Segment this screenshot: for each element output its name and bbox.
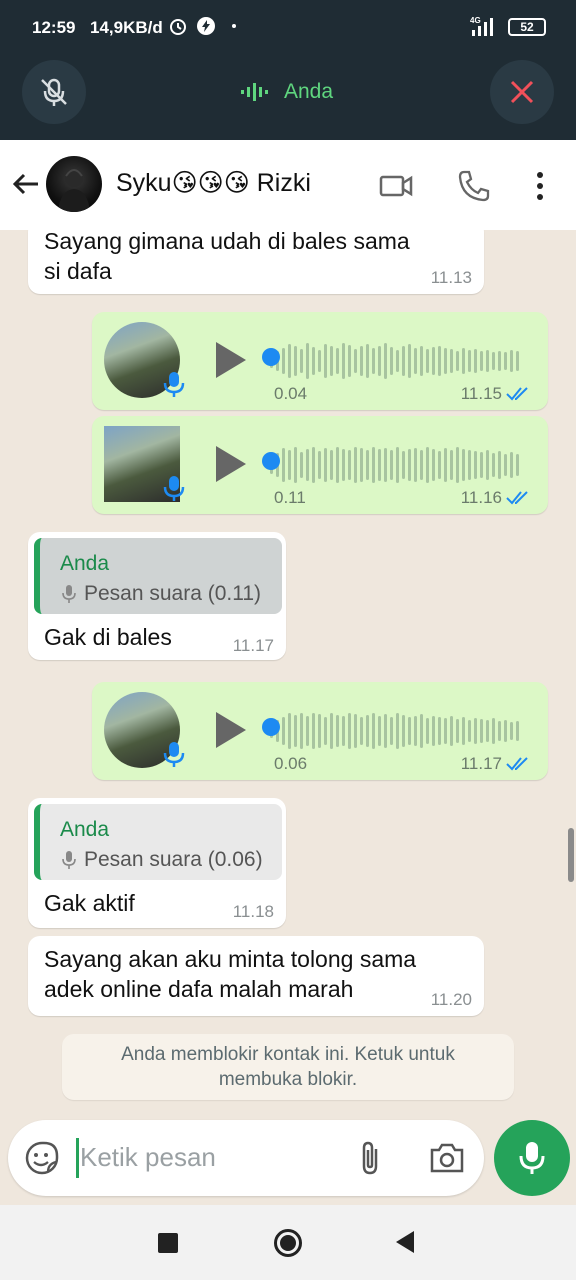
double-check-icon [506,387,528,401]
message-input[interactable]: Ketik pesan [80,1142,216,1173]
avatar[interactable] [46,156,102,212]
mute-call-button[interactable] [22,60,86,124]
message-time: 11.16 [460,488,502,507]
call-title[interactable]: Anda [240,80,333,104]
message-bubble-incoming[interactable]: Sayang akan aku minta tolong sama adek o… [28,936,484,1016]
signal-icon: 4G [470,16,493,36]
reply-message-incoming[interactable]: Anda Pesan suara (0.06) Gak aktif 11.18 [28,798,286,928]
video-call-icon[interactable] [378,168,414,204]
mic-icon [62,585,76,603]
notice-line: Anda memblokir kontak ini. Ketuk untuk [121,1044,455,1065]
voice-duration: 0.04 [274,384,308,403]
mic-off-icon [41,78,67,106]
message-time: 11.13 [430,268,472,287]
message-text: adek online dafa malah marah [44,976,354,1002]
playback-position-handle[interactable] [262,452,280,470]
message-text: Sayang akan aku minta tolong sama [44,946,417,972]
chat-area[interactable]: Sayang gimana udah di bales sama si dafa… [0,230,576,1205]
recent-apps-button[interactable] [158,1233,178,1253]
message-time: 11.18 [232,902,274,921]
voice-waveform[interactable] [270,342,524,380]
double-check-icon [506,491,528,505]
status-bar: 12:59 14,9KB/d 4G 52 [0,0,576,56]
camera-icon[interactable] [428,1140,466,1176]
playback-position-handle[interactable] [262,718,280,736]
mic-icon [163,372,185,397]
playback-position-handle[interactable] [262,348,280,366]
more-vert-icon[interactable] [522,168,558,204]
blocked-contact-notice[interactable]: Anda memblokir kontak ini. Ketuk untuk m… [62,1034,514,1100]
message-text: Gak aktif [44,890,135,916]
alarm-icon [170,19,186,35]
audio-wave-icon [241,83,268,101]
phone-icon[interactable] [456,168,492,204]
mic-icon [519,1142,545,1174]
contact-name[interactable]: Syku😘😘😘 Rizki [116,168,311,198]
back-button[interactable] [396,1231,414,1253]
message-time: 11.15 [460,384,502,403]
voice-duration: 0.06 [274,754,308,773]
close-icon [510,80,534,104]
quoted-text: Pesan suara (0.11) [84,582,262,605]
message-text: Gak di bales [44,624,172,650]
message-text: si dafa [44,258,112,284]
mic-icon [163,742,185,767]
voice-waveform[interactable] [270,446,524,484]
voice-message[interactable]: 0.04 11.15 [92,312,548,410]
text-cursor [76,1138,79,1178]
voice-duration: 0.11 [274,488,306,507]
system-navigation-bar [0,1205,576,1280]
notification-dot [232,24,236,28]
home-button[interactable] [274,1229,302,1257]
quoted-sender: Anda [60,818,110,841]
notice-line: membuka blokir. [218,1069,358,1090]
quoted-message[interactable]: Anda Pesan suara (0.11) [34,538,282,614]
sticker-icon[interactable] [24,1140,60,1176]
mic-icon [163,476,185,501]
play-icon[interactable] [214,710,248,750]
call-title-text: Anda [284,80,334,103]
message-bubble-incoming[interactable]: Sayang gimana udah di bales sama si dafa… [28,230,484,294]
chat-header: Syku😘😘😘 Rizki [0,140,576,230]
play-icon[interactable] [214,340,248,380]
voice-waveform[interactable] [270,712,524,750]
quoted-content: Pesan suara (0.11) [62,582,261,606]
message-time: 11.17 [232,636,274,655]
status-network-speed: 14,9KB/d [90,18,163,37]
voice-record-button[interactable] [494,1120,570,1196]
message-composer: Ketik pesan [8,1120,484,1196]
play-icon[interactable] [214,444,248,484]
message-time: 11.17 [460,754,502,773]
mic-icon [62,851,76,869]
quoted-content: Pesan suara (0.06) [62,848,263,872]
back-arrow-icon[interactable] [10,168,42,200]
scrollbar[interactable] [568,828,574,882]
message-text: Sayang gimana udah di bales sama [44,230,410,254]
quoted-sender: Anda [60,552,110,575]
svg-text:4G: 4G [470,16,481,25]
call-banner: 12:59 14,9KB/d 4G 52 Anda [0,0,576,140]
reply-message-incoming[interactable]: Anda Pesan suara (0.11) Gak di bales 11.… [28,532,286,660]
shield-bolt-icon [197,17,215,35]
quoted-text: Pesan suara (0.06) [84,848,263,871]
end-call-button[interactable] [490,60,554,124]
voice-message[interactable]: 0.06 11.17 [92,682,548,780]
battery-indicator: 52 [508,18,546,36]
status-time: 12:59 [32,18,76,37]
message-time: 11.20 [430,990,472,1009]
attach-icon[interactable] [356,1140,386,1176]
quoted-message[interactable]: Anda Pesan suara (0.06) [34,804,282,880]
voice-message[interactable]: 0.11 11.16 [92,416,548,514]
double-check-icon [506,757,528,771]
